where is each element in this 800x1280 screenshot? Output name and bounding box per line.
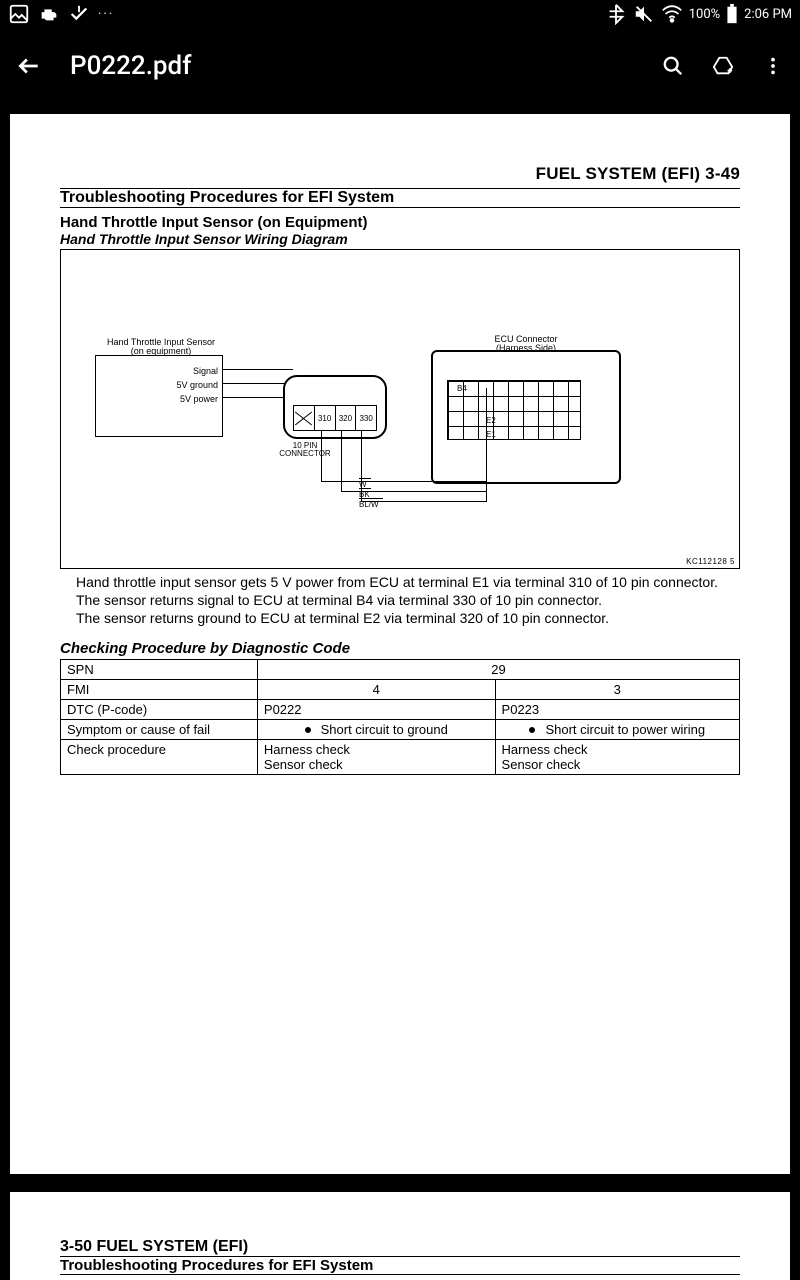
section-title: Troubleshooting Procedures for EFI Syste… (60, 189, 740, 207)
battery-text: 100% (689, 7, 720, 22)
image-icon (8, 3, 30, 25)
ecu-grid (447, 380, 581, 440)
table-row: Symptom or cause of fail Short circuit t… (61, 719, 740, 739)
drive-add-icon[interactable] (712, 55, 734, 77)
pdf-page-1: FUEL SYSTEM (EFI) 3-49 Troubleshooting P… (10, 114, 790, 1174)
engine-icon (38, 3, 60, 25)
page-header: FUEL SYSTEM (EFI) 3-49 (60, 164, 740, 184)
conn10-label: 10 PIN CONNECTOR (277, 442, 333, 459)
back-icon[interactable] (16, 53, 42, 79)
page2-section: Troubleshooting Procedures for EFI Syste… (60, 1257, 740, 1274)
table-row: Check procedure Harness check Sensor che… (61, 739, 740, 774)
wifi-icon (661, 3, 683, 25)
subtitle: Hand Throttle Input Sensor (on Equipment… (60, 214, 740, 231)
status-bar: ··· 100% 2:06 PM (0, 0, 800, 28)
mute-icon (633, 3, 655, 25)
check-icon (68, 3, 90, 25)
battery-icon (726, 3, 738, 25)
table-row: FMI 4 3 (61, 679, 740, 699)
pdf-page-2: 3-50 FUEL SYSTEM (EFI) Troubleshooting P… (10, 1192, 790, 1280)
diagnostic-table: SPN 29 FMI 4 3 DTC (P-code) P0222 P0223 … (60, 659, 740, 775)
subtitle-diagram: Hand Throttle Input Sensor Wiring Diagra… (60, 231, 740, 247)
description: Hand throttle input sensor gets 5 V powe… (60, 573, 740, 628)
page2-header: 3-50 FUEL SYSTEM (EFI) (60, 1238, 740, 1256)
bluetooth-icon (605, 3, 627, 25)
more-dots: ··· (98, 7, 114, 22)
table-row: SPN 29 (61, 659, 740, 679)
clock-text: 2:06 PM (744, 7, 792, 22)
table-row: DTC (P-code) P0222 P0223 (61, 699, 740, 719)
diagram-ref: KC112128 5 (686, 557, 735, 566)
sensor-box: Signal 5V ground 5V power (95, 355, 223, 437)
check-procedure-title: Checking Procedure by Diagnostic Code (60, 640, 740, 657)
app-bar: P0222.pdf (0, 28, 800, 104)
wiring-diagram: Hand Throttle Input Sensor (on equipment… (60, 249, 740, 569)
search-icon[interactable] (662, 55, 684, 77)
more-vert-icon[interactable] (762, 55, 784, 77)
app-title: P0222.pdf (70, 51, 191, 81)
pdf-viewport[interactable]: FUEL SYSTEM (EFI) 3-49 Troubleshooting P… (0, 104, 800, 1280)
